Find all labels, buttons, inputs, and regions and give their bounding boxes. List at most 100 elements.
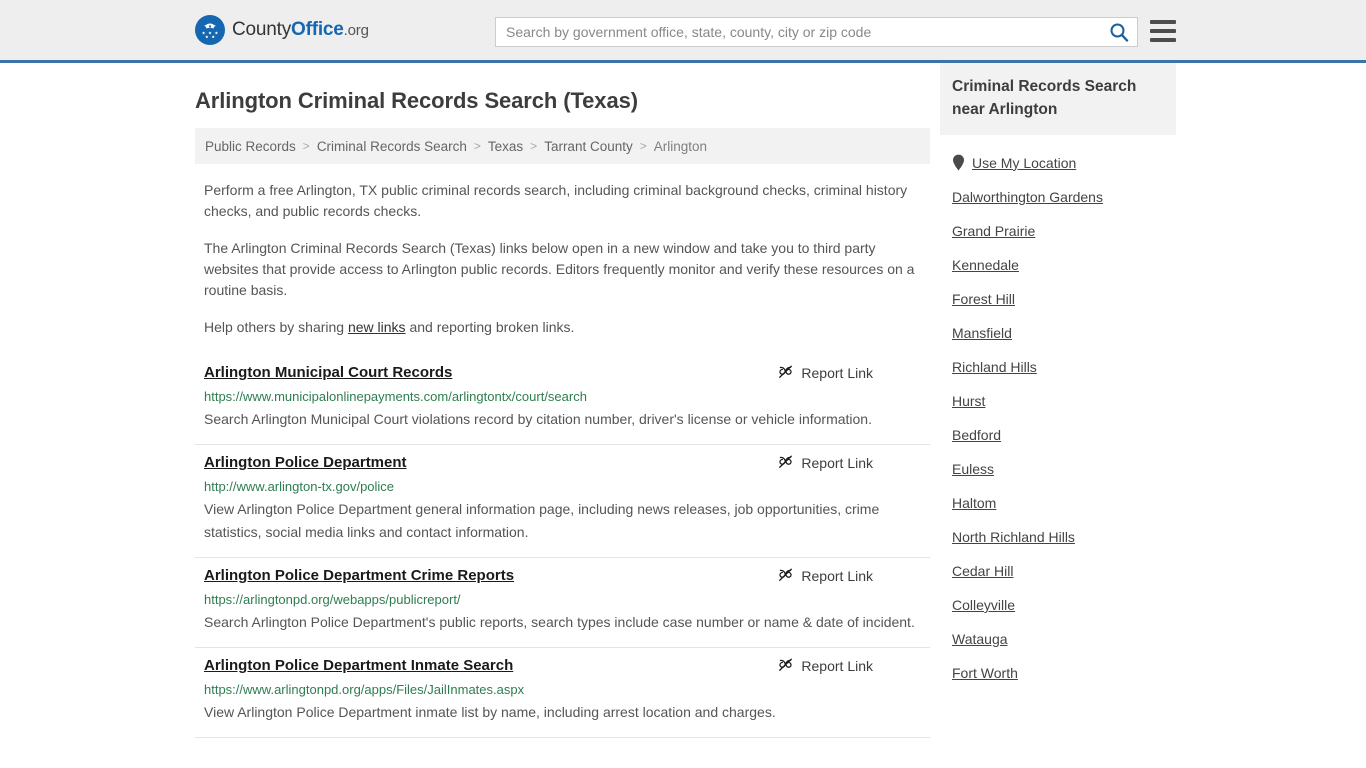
hamburger-bar [1150, 38, 1176, 42]
sidebar-city-link[interactable]: Cedar Hill [952, 563, 1013, 579]
result-title-link[interactable]: Arlington Municipal Court Records [204, 363, 452, 383]
results-list: Arlington Municipal Court Records Report… [195, 355, 930, 738]
main-content: Arlington Criminal Records Search (Texas… [195, 63, 930, 738]
report-link-label: Report Link [801, 657, 873, 674]
result-item: Arlington Municipal Court Records Report… [195, 355, 930, 445]
result-description: View Arlington Police Department inmate … [204, 704, 776, 720]
sidebar-nearby-list: Use My Location Dalworthington Gardens G… [940, 145, 1176, 690]
sidebar-city-link[interactable]: Mansfield [952, 325, 1012, 341]
new-links-link[interactable]: new links [348, 319, 406, 335]
sidebar-item-city[interactable]: Mansfield [940, 316, 1176, 350]
sidebar-city-link[interactable]: Watauga [952, 631, 1008, 647]
result-header: Arlington Police Department Crime Report… [204, 566, 921, 586]
sidebar-item-city[interactable]: Cedar Hill [940, 554, 1176, 588]
broken-link-icon [779, 658, 793, 671]
site-header: CountyOffice.org [0, 0, 1366, 63]
sidebar-item-city[interactable]: Forest Hill [940, 282, 1176, 316]
sidebar-item-city[interactable]: Richland Hills [940, 350, 1176, 384]
sidebar-city-link[interactable]: Dalworthington Gardens [952, 189, 1103, 205]
report-link-button[interactable]: Report Link [777, 364, 873, 381]
broken-link-icon [779, 455, 793, 468]
hamburger-bar [1150, 29, 1176, 33]
site-logo-text: CountyOffice.org [232, 19, 369, 41]
sidebar-city-link[interactable]: North Richland Hills [952, 529, 1075, 545]
sidebar-item-use-my-location[interactable]: Use My Location [940, 145, 1176, 180]
intro-paragraph-2: The Arlington Criminal Records Search (T… [204, 240, 915, 298]
logo-text-org: .org [343, 22, 369, 39]
search-bar[interactable] [495, 17, 1138, 47]
sidebar-city-link[interactable]: Haltom [952, 495, 996, 511]
result-url[interactable]: https://www.arlingtonpd.org/apps/Files/J… [204, 681, 921, 698]
result-item: Arlington Police Department Report Link … [195, 445, 930, 558]
breadcrumb-separator-icon: > [639, 139, 647, 153]
sidebar-city-link[interactable]: Grand Prairie [952, 223, 1035, 239]
result-url[interactable]: https://arlingtonpd.org/webapps/publicre… [204, 591, 921, 608]
sidebar-item-city[interactable]: Grand Prairie [940, 214, 1176, 248]
sidebar-city-link[interactable]: Euless [952, 461, 994, 477]
breadcrumb-separator-icon: > [530, 139, 538, 153]
result-url[interactable]: http://www.arlington-tx.gov/police [204, 478, 921, 495]
result-header: Arlington Municipal Court Records Report… [204, 363, 921, 383]
sidebar-city-link[interactable]: Kennedale [952, 257, 1019, 273]
hamburger-menu-icon[interactable] [1150, 20, 1176, 42]
sidebar-item-city[interactable]: North Richland Hills [940, 520, 1176, 554]
broken-link-icon [779, 568, 793, 581]
sidebar-heading: Criminal Records Search near Arlington [940, 63, 1176, 135]
sidebar-city-link[interactable]: Hurst [952, 393, 985, 409]
sidebar-item-city[interactable]: Colleyville [940, 588, 1176, 622]
share-text-after: and reporting broken links. [405, 319, 575, 335]
result-item: Arlington Police Department Crime Report… [195, 558, 930, 648]
report-link-label: Report Link [801, 364, 873, 381]
sidebar-city-link[interactable]: Forest Hill [952, 291, 1015, 307]
sidebar-item-city[interactable]: Hurst [940, 384, 1176, 418]
site-logo[interactable]: CountyOffice.org [195, 15, 369, 45]
report-link-label: Report Link [801, 567, 873, 584]
report-link-button[interactable]: Report Link [777, 657, 873, 674]
intro-paragraph-3: Help others by sharing new links and rep… [204, 317, 921, 338]
result-description: View Arlington Police Department general… [204, 501, 880, 540]
breadcrumb-separator-icon: > [473, 139, 481, 153]
logo-text-county: County [232, 19, 292, 40]
intro-paragraph-1: Perform a free Arlington, TX public crim… [204, 182, 908, 219]
logo-text-office: Office [291, 19, 344, 40]
breadcrumb-item-arlington: Arlington [653, 138, 708, 154]
result-description: Search Arlington Police Department's pub… [204, 614, 915, 630]
breadcrumb-item-tarrant-county[interactable]: Tarrant County [544, 139, 633, 154]
report-link-label: Report Link [801, 454, 873, 471]
sidebar-item-city[interactable]: Bedford [940, 418, 1176, 452]
result-url[interactable]: https://www.municipalonlinepayments.com/… [204, 388, 921, 405]
result-header: Arlington Police Department Report Link [204, 453, 921, 473]
result-item: Arlington Police Department Inmate Searc… [195, 648, 930, 738]
eagle-seal-icon [195, 15, 225, 45]
result-title-link[interactable]: Arlington Police Department Crime Report… [204, 566, 514, 586]
breadcrumb-separator-icon: > [302, 139, 310, 153]
result-title-link[interactable]: Arlington Police Department [204, 453, 407, 473]
report-link-button[interactable]: Report Link [777, 454, 873, 471]
sidebar-city-link[interactable]: Richland Hills [952, 359, 1037, 375]
page-title: Arlington Criminal Records Search (Texas… [195, 88, 638, 113]
share-text-before: Help others by sharing [204, 319, 348, 335]
sidebar-item-city[interactable]: Haltom [940, 486, 1176, 520]
sidebar-item-city[interactable]: Fort Worth [940, 656, 1176, 690]
page-body: Arlington Criminal Records Search (Texas… [0, 63, 1366, 738]
sidebar-item-city[interactable]: Watauga [940, 622, 1176, 656]
sidebar-city-link[interactable]: Bedford [952, 427, 1001, 443]
sidebar-item-city[interactable]: Kennedale [940, 248, 1176, 282]
report-link-button[interactable]: Report Link [777, 567, 873, 584]
breadcrumb-item-texas[interactable]: Texas [488, 139, 523, 154]
search-input[interactable] [496, 18, 1101, 46]
sidebar-item-city[interactable]: Euless [940, 452, 1176, 486]
sidebar-city-link[interactable]: Colleyville [952, 597, 1015, 613]
sidebar: Criminal Records Search near Arlington U… [940, 63, 1176, 738]
breadcrumb-item-public-records[interactable]: Public Records [205, 139, 296, 154]
result-title-link[interactable]: Arlington Police Department Inmate Searc… [204, 656, 513, 676]
breadcrumb-item-criminal-records-search[interactable]: Criminal Records Search [317, 139, 467, 154]
search-button[interactable] [1101, 18, 1137, 46]
sidebar-item-city[interactable]: Dalworthington Gardens [940, 180, 1176, 214]
hamburger-bar [1150, 20, 1176, 24]
broken-link-icon [779, 365, 793, 378]
breadcrumb: Public Records > Criminal Records Search… [195, 128, 930, 164]
sidebar-use-my-location-link[interactable]: Use My Location [972, 155, 1076, 171]
sidebar-city-link[interactable]: Fort Worth [952, 665, 1018, 681]
result-header: Arlington Police Department Inmate Searc… [204, 656, 921, 676]
